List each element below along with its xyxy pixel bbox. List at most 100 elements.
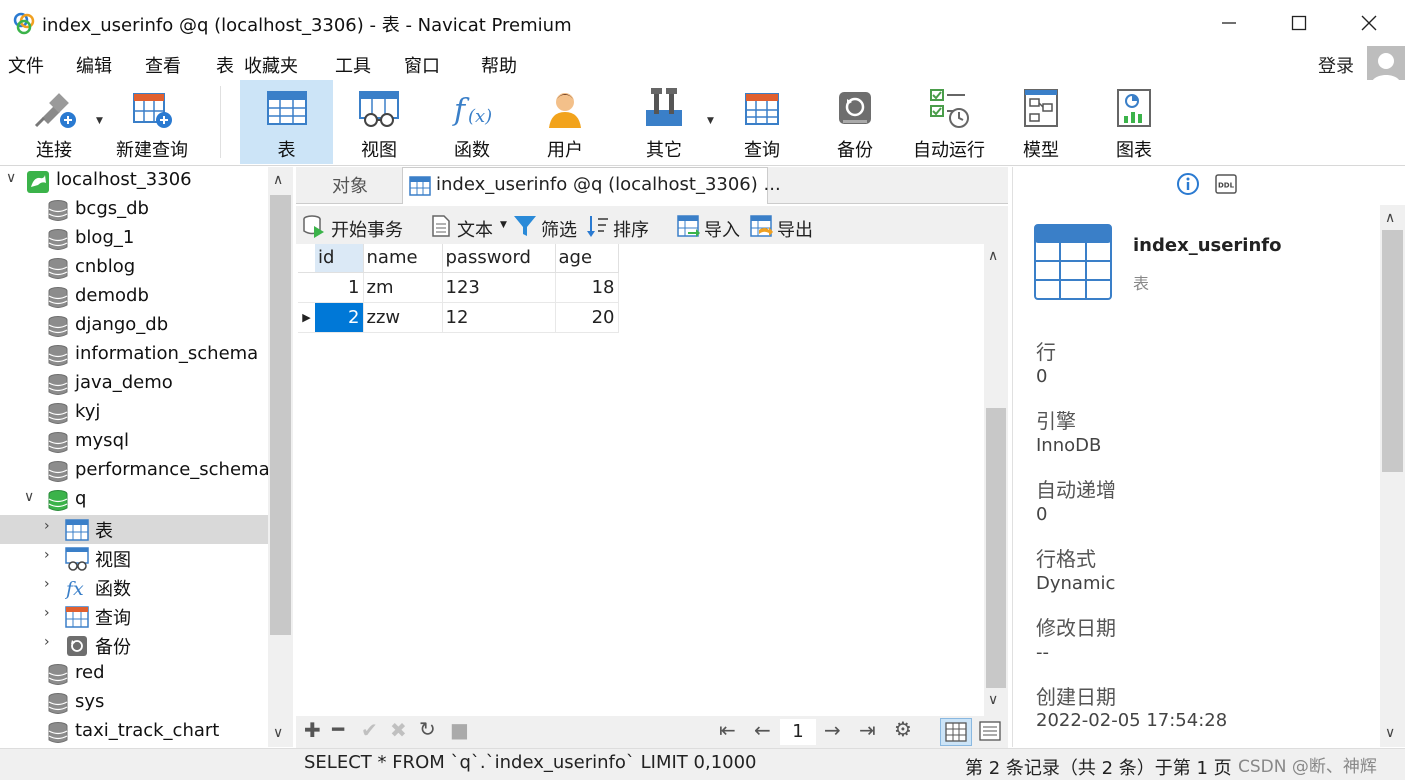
scroll-down-icon[interactable]: ∨ — [273, 725, 283, 741]
cell-name[interactable]: zm — [363, 272, 443, 303]
chevron-right-icon[interactable]: › — [44, 518, 50, 534]
sort-button[interactable]: 排序 — [613, 216, 649, 242]
menu-help[interactable]: 帮助 — [481, 52, 517, 78]
tree-database-bcgs-db[interactable]: bcgs_db — [0, 196, 268, 225]
tree-database-kyj[interactable]: kyj — [0, 399, 268, 428]
chevron-right-icon[interactable]: › — [44, 634, 50, 650]
login-link[interactable]: 登录 — [1318, 52, 1354, 78]
tree-node-tables[interactable]: › 表 — [0, 515, 268, 544]
cell-id[interactable]: 2 — [315, 302, 364, 333]
chevron-right-icon[interactable]: › — [44, 605, 50, 621]
tree-database-red[interactable]: red — [0, 660, 268, 689]
cell-age[interactable]: 20 — [555, 302, 619, 333]
avatar[interactable] — [1367, 46, 1405, 84]
cell-age[interactable]: 18 — [555, 272, 619, 303]
grid-view-toggle[interactable] — [940, 718, 972, 746]
menu-view[interactable]: 查看 — [145, 52, 181, 78]
chevron-down-icon[interactable]: ∨ — [24, 489, 34, 505]
scroll-up-icon[interactable]: ∧ — [273, 172, 283, 188]
tree-database-mysql[interactable]: mysql — [0, 428, 268, 457]
grid-scrollbar-thumb[interactable] — [986, 408, 1006, 688]
tree-database-taxi-track-chart[interactable]: taxi_track_chart — [0, 718, 268, 747]
scroll-down-icon[interactable]: ∨ — [988, 692, 998, 708]
tree-database-cnblog[interactable]: cnblog — [0, 254, 268, 283]
scroll-up-icon[interactable]: ∧ — [1385, 210, 1395, 226]
tab-objects[interactable]: 对象 — [300, 167, 400, 203]
scroll-up-icon[interactable]: ∧ — [988, 248, 998, 264]
maximize-button[interactable] — [1265, 0, 1333, 46]
info-panel-scrollbar-thumb[interactable] — [1382, 230, 1403, 472]
chevron-down-icon[interactable]: ∨ — [6, 170, 16, 186]
menu-file[interactable]: 文件 — [8, 52, 44, 78]
cell-password[interactable]: 123 — [442, 272, 556, 303]
previous-page-icon[interactable]: ← — [754, 718, 771, 742]
column-header-age[interactable]: age — [555, 244, 619, 273]
row-header[interactable] — [298, 272, 315, 303]
close-button[interactable] — [1335, 0, 1403, 46]
toolbar-new-query-button[interactable]: 新建查询 — [108, 80, 196, 164]
menu-edit[interactable]: 编辑 — [76, 52, 112, 78]
toolbar-chart-button[interactable]: 图表 — [1096, 80, 1172, 164]
connect-dropdown-icon[interactable]: ▼ — [96, 116, 103, 126]
filter-button[interactable]: 筛选 — [541, 216, 577, 242]
minimize-button[interactable] — [1195, 0, 1263, 46]
tree-database-blog-1[interactable]: blog_1 — [0, 225, 268, 254]
toolbar-connect-button[interactable]: 连接 — [14, 80, 94, 164]
import-button[interactable]: 导入 — [704, 216, 740, 242]
form-view-toggle[interactable] — [975, 718, 1007, 746]
cell-password[interactable]: 12 — [442, 302, 556, 333]
sidebar-scrollbar-thumb[interactable] — [270, 195, 291, 635]
tree-node-functions[interactable]: › fx 函数 — [0, 573, 268, 602]
table-row[interactable]: 1 zm 123 18 — [298, 272, 619, 303]
text-button[interactable]: 文本 — [457, 216, 493, 242]
add-record-icon[interactable]: ✚ — [304, 718, 321, 742]
toolbar-backup-button[interactable]: 备份 — [816, 80, 894, 164]
gear-icon[interactable]: ⚙ — [894, 717, 912, 741]
toolbar-function-button[interactable]: f (x) 函数 — [432, 80, 512, 164]
column-header-name[interactable]: name — [363, 244, 443, 273]
menu-table[interactable]: 表 — [216, 52, 234, 78]
page-number-input[interactable]: 1 — [780, 719, 816, 745]
last-page-icon[interactable]: ⇥ — [859, 718, 876, 742]
delete-record-icon[interactable]: ━ — [332, 717, 344, 741]
toolbar-model-button[interactable]: 模型 — [1004, 80, 1078, 164]
others-dropdown-icon[interactable]: ▼ — [707, 116, 714, 126]
tree-database-performance-schema[interactable]: performance_schema — [0, 457, 270, 486]
menu-favorites[interactable]: 收藏夹 — [244, 52, 298, 78]
tree-connection[interactable]: ∨ localhost_3306 — [0, 167, 268, 196]
tree-database-q[interactable]: ∨ q — [0, 486, 268, 515]
chevron-right-icon[interactable]: › — [44, 547, 50, 563]
toolbar-query-button[interactable]: 查询 — [722, 80, 802, 164]
tab-index-userinfo[interactable]: index_userinfo @q (localhost_3306) ... — [402, 167, 781, 204]
table-row[interactable]: ▶ 2 zzw 12 20 — [298, 302, 619, 333]
menu-tools[interactable]: 工具 — [335, 52, 371, 78]
toolbar-automation-button[interactable]: 自动运行 — [906, 80, 992, 164]
cell-id[interactable]: 1 — [315, 272, 364, 303]
stop-icon[interactable]: ■ — [450, 718, 469, 742]
scroll-down-icon[interactable]: ∨ — [1385, 725, 1395, 741]
menu-window[interactable]: 窗口 — [404, 52, 440, 78]
tree-node-queries[interactable]: › 查询 — [0, 602, 268, 631]
first-page-icon[interactable]: ⇤ — [719, 718, 736, 742]
toolbar-view-button[interactable]: 视图 — [340, 80, 418, 164]
ddl-icon[interactable]: DDL — [1214, 172, 1238, 196]
tree-database-java-demo[interactable]: java_demo — [0, 370, 268, 399]
export-button[interactable]: 导出 — [777, 216, 813, 242]
column-header-password[interactable]: password — [442, 244, 556, 273]
tree-node-backups[interactable]: › 备份 — [0, 631, 268, 660]
tree-node-views[interactable]: › 视图 — [0, 544, 268, 573]
refresh-icon[interactable]: ↻ — [419, 717, 436, 741]
tree-database-information-schema[interactable]: information_schema — [0, 341, 268, 370]
current-row-indicator-icon[interactable]: ▶ — [298, 302, 315, 333]
info-icon[interactable] — [1176, 172, 1200, 196]
toolbar-user-button[interactable]: 用户 — [526, 80, 604, 164]
begin-transaction-button[interactable]: 开始事务 — [331, 216, 403, 242]
next-page-icon[interactable]: → — [824, 718, 841, 742]
column-header-id[interactable]: id — [315, 244, 364, 273]
tree-database-demodb[interactable]: demodb — [0, 283, 268, 312]
toolbar-table-button[interactable]: 表 — [240, 80, 333, 164]
tree-database-django-db[interactable]: django_db — [0, 312, 268, 341]
tree-database-sys[interactable]: sys — [0, 689, 268, 718]
apply-changes-icon[interactable]: ✔ — [361, 718, 378, 742]
discard-changes-icon[interactable]: ✖ — [390, 718, 407, 742]
